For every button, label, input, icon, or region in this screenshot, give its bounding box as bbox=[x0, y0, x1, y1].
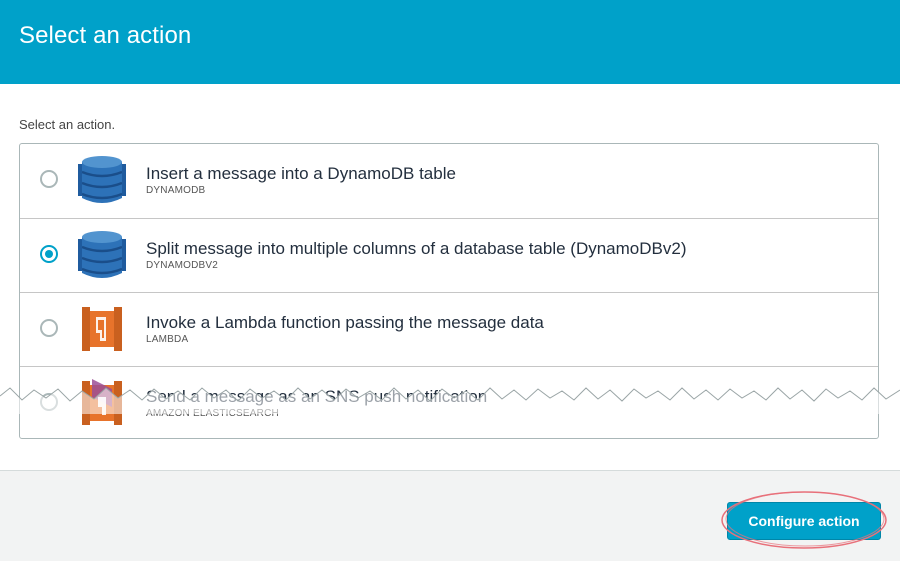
action-title: Send a message as an SNS push notificati… bbox=[146, 387, 488, 406]
action-title: Invoke a Lambda function passing the mes… bbox=[146, 313, 544, 332]
page-title: Select an action bbox=[19, 22, 192, 49]
action-service-label: LAMBDA bbox=[146, 334, 189, 345]
lambda-icon bbox=[78, 303, 126, 355]
radio-button[interactable] bbox=[40, 319, 58, 337]
action-service-label: DYNAMODBV2 bbox=[146, 260, 219, 271]
configure-action-button[interactable]: Configure action bbox=[727, 502, 881, 540]
action-option-dynamodbv2[interactable]: Split message into multiple columns of a… bbox=[20, 218, 878, 292]
dynamodb-icon bbox=[78, 229, 126, 281]
action-title: Split message into multiple columns of a… bbox=[146, 239, 687, 258]
action-list: Insert a message into a DynamoDB table D… bbox=[19, 143, 879, 439]
dynamodb-icon bbox=[78, 154, 126, 206]
lambda-icon bbox=[78, 377, 126, 429]
radio-button[interactable] bbox=[40, 170, 58, 188]
radio-button[interactable] bbox=[40, 393, 58, 411]
instruction-text: Select an action. bbox=[19, 117, 116, 132]
action-option-lambda[interactable]: Invoke a Lambda function passing the mes… bbox=[20, 292, 878, 366]
action-option-dynamodb[interactable]: Insert a message into a DynamoDB table D… bbox=[20, 144, 878, 218]
radio-button-selected[interactable] bbox=[40, 245, 58, 263]
action-service-label: AMAZON ELASTICSEARCH bbox=[146, 408, 279, 419]
action-title: Insert a message into a DynamoDB table bbox=[146, 164, 456, 183]
action-service-label: DYNAMODB bbox=[146, 185, 206, 196]
modal-header: Select an action bbox=[0, 0, 900, 84]
action-option-sns[interactable]: Send a message as an SNS push notificati… bbox=[20, 366, 878, 438]
